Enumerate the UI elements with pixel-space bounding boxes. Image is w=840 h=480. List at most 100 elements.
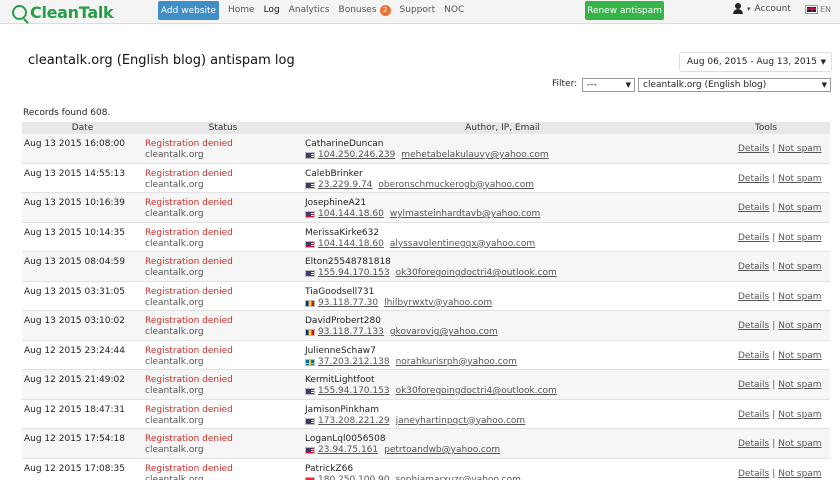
ip-link[interactable]: 37.203.212.138 [318, 357, 390, 368]
author-meta: 104.144.18.60 wylmasteinhardtavb@yahoo.co… [305, 209, 702, 220]
details-link[interactable]: Details [738, 410, 769, 421]
ip-link[interactable]: 173.208.221.29 [318, 416, 390, 427]
tools-line: Details | Not spam [738, 321, 830, 332]
email-link[interactable]: janeyhartinpqct@yahoo.com [396, 416, 526, 427]
ip-link[interactable]: 104.144.18.60 [318, 209, 384, 220]
nav-support[interactable]: Support [400, 5, 436, 15]
email-link[interactable]: ok30foregoingdoctri4@outlook.com [396, 268, 557, 279]
details-link[interactable]: Details [738, 351, 769, 362]
not-spam-link[interactable]: Not spam [778, 410, 821, 421]
email-link[interactable]: lhilbyrwxtv@yahoo.com [384, 298, 492, 309]
ip-link[interactable]: 93.118.77.30 [318, 298, 378, 309]
email-link[interactable]: norahkurisrph@yahoo.com [396, 357, 517, 368]
row-tools: Details | Not spam [702, 252, 830, 281]
not-spam-link[interactable]: Not spam [778, 233, 821, 244]
details-link[interactable]: Details [738, 439, 769, 450]
country-flag-icon [305, 476, 315, 480]
not-spam-link[interactable]: Not spam [778, 351, 821, 362]
email-link[interactable]: petrtoandwb@yahoo.com [384, 445, 500, 456]
details-link[interactable]: Details [738, 469, 769, 480]
status-text: Registration denied [145, 316, 233, 326]
details-link[interactable]: Details [738, 144, 769, 155]
site-select[interactable]: cleantalk.org (English blog) ▼ [638, 78, 831, 92]
logo[interactable]: CleanTalk [12, 3, 114, 22]
ip-link[interactable]: 104.250.246.239 [318, 150, 395, 161]
row-status: Registration denied cleantalk.org [143, 370, 303, 399]
row-status: Registration denied cleantalk.org [143, 400, 303, 429]
details-link[interactable]: Details [738, 203, 769, 214]
country-flag-icon [305, 388, 315, 395]
details-link[interactable]: Details [738, 321, 769, 332]
filter-select[interactable]: --- ▼ [582, 78, 635, 92]
tools-separator: | [772, 144, 776, 154]
account-menu[interactable]: ▾ Account [732, 0, 791, 18]
tools-line: Details | Not spam [738, 469, 830, 480]
row-author: CalebBrinker 23.229.9.74 oberonschmuckerog… [303, 164, 702, 193]
status-text: Registration denied [145, 375, 233, 385]
author-name: MerissaKirke632 [305, 227, 380, 238]
email-link[interactable]: mehetabelakulauvy@yahoo.com [401, 150, 548, 161]
tools-separator: | [772, 439, 776, 449]
details-link[interactable]: Details [738, 292, 769, 303]
not-spam-link[interactable]: Not spam [778, 469, 821, 480]
not-spam-link[interactable]: Not spam [778, 144, 821, 155]
row-date: Aug 13 2015 03:10:02 [24, 316, 125, 326]
ip-link[interactable]: 180.250.100.90 [318, 475, 390, 480]
ip-link[interactable]: 155.94.170.153 [318, 268, 390, 279]
row-status: Registration denied cleantalk.org [143, 459, 303, 480]
email-link[interactable]: wylmasteinhardtavb@yahoo.com [390, 209, 540, 220]
not-spam-link[interactable]: Not spam [778, 439, 821, 450]
date-range-select[interactable]: Aug 06, 2015 - Aug 13, 2015 ▼ [679, 52, 832, 72]
row-tools: Details | Not spam [702, 193, 830, 222]
ip-link[interactable]: 23.229.9.74 [318, 180, 372, 191]
author-name: CatharineDuncan [305, 139, 384, 149]
renew-antispam-button[interactable]: Renew antispam [585, 1, 664, 20]
ip-link[interactable]: 155.94.170.153 [318, 386, 390, 397]
language-label: EN [820, 4, 832, 14]
not-spam-link[interactable]: Not spam [778, 174, 821, 185]
not-spam-link[interactable]: Not spam [778, 292, 821, 303]
author-name: PatrickZ66 [305, 463, 354, 474]
author-name: JosephineA21 [305, 198, 367, 208]
author-meta: 173.208.221.29 janeyhartinpqct@yahoo.com [305, 416, 702, 427]
details-link[interactable]: Details [738, 262, 769, 273]
email-link[interactable]: gkovarovig@yahoo.com [390, 327, 498, 338]
row-author: Elton25548781818 155.94.170.153 ok30forego… [303, 252, 702, 281]
tools-separator: | [772, 262, 776, 272]
status-site: cleantalk.org [145, 386, 204, 396]
tools-line: Details | Not spam [738, 351, 830, 362]
header-tools: Tools [754, 123, 778, 133]
country-flag-icon [305, 181, 315, 189]
row-status: Registration denied cleantalk.org [143, 252, 303, 281]
row-date: Aug 12 2015 21:49:02 [24, 375, 125, 385]
nav-noc[interactable]: NOC [444, 5, 464, 15]
bonuses-badge: 2 [379, 4, 391, 16]
status-site: cleantalk.org [145, 238, 204, 249]
nav-log[interactable]: Log [264, 5, 280, 15]
row-date: Aug 12 2015 17:08:35 [24, 463, 125, 474]
ip-link[interactable]: 93.118.77.133 [318, 327, 384, 338]
ip-link[interactable]: 23.94.75.161 [318, 445, 378, 456]
email-link[interactable]: oberonschmuckerogb@yahoo.com [378, 180, 534, 191]
language-switcher[interactable]: EN [805, 0, 832, 18]
status-text: Registration denied [145, 434, 233, 444]
tools-line: Details | Not spam [738, 380, 830, 391]
add-website-button[interactable]: Add website [158, 1, 219, 20]
status-text: Registration denied [145, 257, 233, 267]
nav-home[interactable]: Home [228, 5, 255, 15]
details-link[interactable]: Details [738, 174, 769, 185]
tools-separator: | [772, 350, 776, 361]
not-spam-link[interactable]: Not spam [778, 321, 821, 332]
nav-analytics[interactable]: Analytics [289, 5, 330, 15]
details-link[interactable]: Details [738, 380, 769, 391]
ip-link[interactable]: 104.144.18.60 [318, 239, 384, 250]
nav-bonuses[interactable]: Bonuses 2 [339, 4, 391, 16]
not-spam-link[interactable]: Not spam [778, 380, 821, 391]
author-name: KermitLightfoot [305, 375, 375, 385]
not-spam-link[interactable]: Not spam [778, 203, 821, 214]
details-link[interactable]: Details [738, 233, 769, 244]
email-link[interactable]: ok30foregoingdoctri4@outlook.com [396, 386, 557, 397]
email-link[interactable]: alyssavolentinegqx@yahoo.com [390, 239, 535, 250]
not-spam-link[interactable]: Not spam [778, 262, 821, 273]
email-link[interactable]: sophiamarxuzr@yahoo.com [396, 475, 521, 480]
